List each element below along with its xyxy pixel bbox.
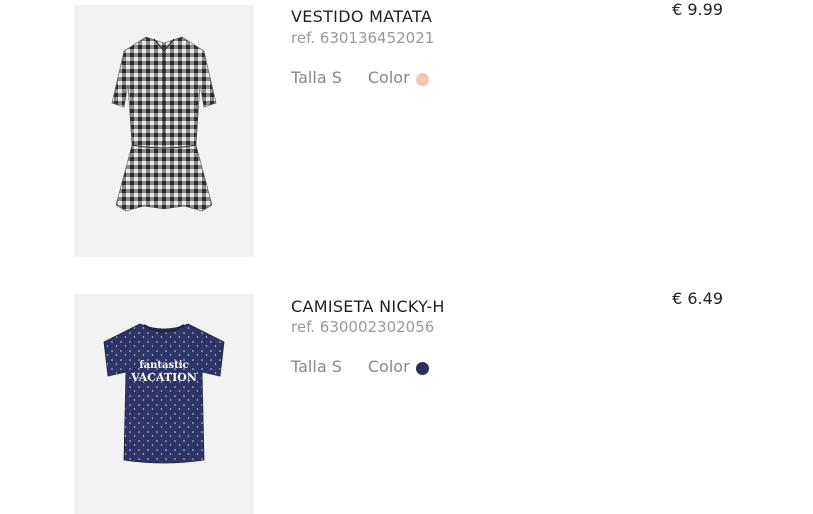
product-reference: ref. 630136452021: [291, 29, 435, 47]
cart-item: fantastic VACATION CAMISETA NICKY-H ref.…: [0, 289, 813, 514]
navy-tshirt-icon: fantastic VACATION: [103, 323, 225, 464]
product-reference: ref. 630002302056: [291, 318, 435, 336]
color-swatch: [415, 72, 429, 86]
color-label: Color: [367, 68, 410, 87]
product-name[interactable]: CAMISETA NICKY-H: [291, 297, 445, 316]
product-price: € 9.99: [672, 0, 723, 19]
shopping-cart-list: VESTIDO MATATA ref. 630136452021 Talla S…: [0, 0, 813, 514]
tshirt-print-vacation: VACATION: [130, 371, 197, 384]
product-name[interactable]: VESTIDO MATATA: [291, 7, 432, 26]
gingham-dress-icon: [111, 36, 217, 212]
color-swatch: [415, 361, 429, 375]
product-image-dress[interactable]: [74, 5, 254, 257]
product-price: € 6.49: [672, 289, 723, 308]
size-label: Talla S: [291, 68, 342, 87]
cart-item: VESTIDO MATATA ref. 630136452021 Talla S…: [0, 0, 813, 257]
size-label: Talla S: [291, 357, 342, 376]
tshirt-print-fantastic: fantastic: [139, 360, 188, 371]
product-attributes: Talla S Color: [291, 68, 429, 87]
product-image-tshirt[interactable]: fantastic VACATION: [74, 294, 254, 514]
color-label: Color: [367, 357, 410, 376]
product-attributes: Talla S Color: [291, 357, 429, 376]
